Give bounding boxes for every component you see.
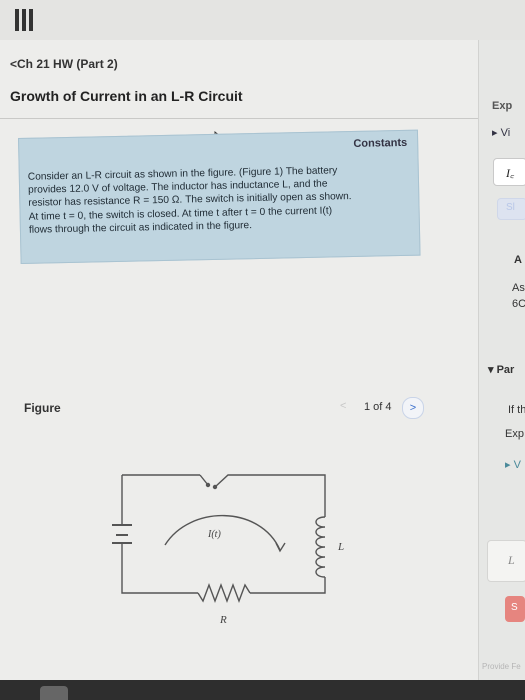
bottom-bar	[0, 680, 525, 700]
switch-contact	[212, 484, 218, 490]
right-item-60: 6C	[512, 298, 525, 310]
current-label: I(t)	[207, 529, 221, 540]
back-link-label: Ch 21 HW (Part 2)	[17, 57, 118, 71]
answer-field-b[interactable]: L	[487, 540, 525, 582]
part-b-header[interactable]: ▾ Par	[488, 363, 514, 376]
top-bar	[0, 0, 525, 40]
submit-label: Sl	[506, 202, 515, 213]
circuit-diagram: I(t) L R	[112, 474, 344, 626]
wire	[214, 474, 326, 517]
submit-button[interactable]: S	[505, 596, 525, 622]
provide-feedback-link[interactable]: Provide Fe	[482, 662, 521, 671]
menu-icon[interactable]	[15, 9, 33, 31]
resistor-icon	[197, 583, 251, 603]
right-item-as: As	[512, 282, 525, 294]
wire	[121, 543, 198, 594]
bottom-chip	[40, 686, 68, 700]
answer-field-b-label: L	[508, 553, 515, 567]
inductor-label: L	[337, 541, 344, 553]
answer-field[interactable]: I꜀	[493, 158, 525, 186]
inductor-icon	[315, 516, 326, 578]
current-arrow	[164, 514, 281, 551]
figure-next-button[interactable]: >	[402, 397, 424, 419]
right-item-ifth: If th	[508, 404, 525, 416]
wire	[250, 577, 326, 594]
figure-prev-button[interactable]: <	[340, 400, 346, 412]
right-item-exp: Exp	[505, 428, 524, 440]
answer-field-label: I꜀	[506, 166, 515, 180]
page-title: Growth of Current in an L-R Circuit	[10, 88, 243, 104]
right-item-a: A	[514, 254, 522, 266]
arrowhead-icon	[275, 542, 286, 553]
right-exp-label: Exp	[492, 100, 513, 112]
constants-button[interactable]: Constants	[353, 137, 407, 150]
constants-panel: Constants Consider an L-R circuit as sho…	[18, 129, 421, 264]
back-link[interactable]: <Ch 21 HW (Part 2)	[10, 57, 118, 71]
submit-button-faded[interactable]: Sl	[497, 198, 525, 220]
divider	[0, 118, 478, 119]
figure-counter: 1 of 4	[364, 401, 392, 413]
resistor-label: R	[219, 614, 227, 626]
problem-statement: Consider an L-R circuit as shown in the …	[28, 163, 409, 237]
figure-label: Figure	[24, 401, 61, 415]
chevron-left-icon: <	[10, 57, 18, 71]
submit-button-label: S	[511, 602, 518, 613]
right-vi-link[interactable]: ▸ Vi	[492, 126, 510, 139]
switch-contact	[205, 482, 211, 488]
right-item-v-link[interactable]: ▸ V	[505, 458, 521, 471]
